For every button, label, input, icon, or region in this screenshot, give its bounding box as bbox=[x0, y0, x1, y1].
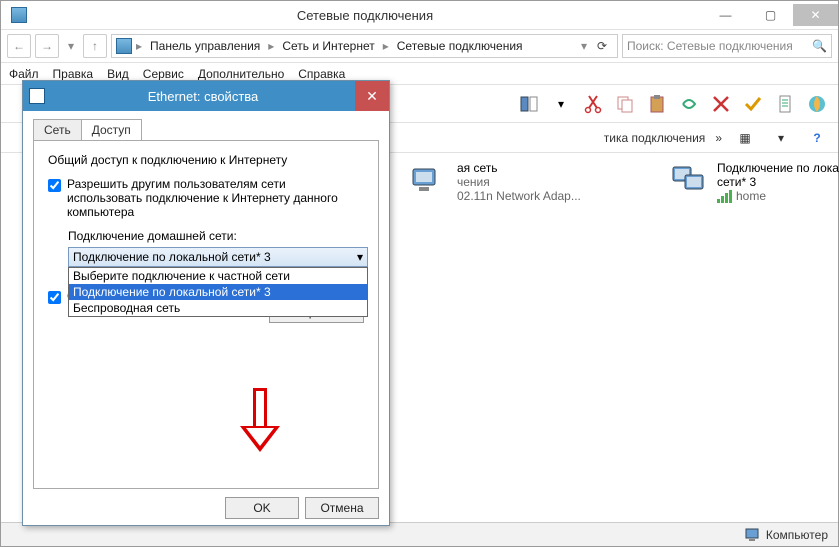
conn-name: ая сеть bbox=[457, 161, 581, 175]
menu-view[interactable]: Вид bbox=[107, 67, 129, 81]
refresh-button[interactable]: ⟳ bbox=[591, 39, 613, 53]
bc-item[interactable]: Сетевые подключения bbox=[393, 39, 527, 53]
diagnose-link[interactable]: тика подключения bbox=[604, 131, 706, 145]
command-more[interactable]: » bbox=[715, 131, 722, 145]
group-label: Общий доступ к подключению к Интернету bbox=[48, 153, 364, 167]
copy-icon[interactable] bbox=[612, 91, 638, 117]
menu-advanced[interactable]: Дополнительно bbox=[198, 67, 284, 81]
search-input[interactable]: Поиск: Сетевые подключения 🔍 bbox=[622, 34, 832, 58]
menu-tools[interactable]: Сервис bbox=[143, 67, 184, 81]
ok-button[interactable]: OK bbox=[225, 497, 299, 519]
combo-option[interactable]: Выберите подключение к частной сети bbox=[69, 268, 367, 284]
allow-control-checkbox[interactable] bbox=[48, 291, 61, 304]
connections-list: ая сеть чения 02.11n Network Adap... Под… bbox=[401, 153, 839, 522]
chevron-down-icon: ▾ bbox=[357, 250, 363, 264]
conn-status: home bbox=[717, 189, 839, 203]
bc-dropdown-icon[interactable]: ▾ bbox=[579, 39, 589, 53]
lan-adapter-icon bbox=[671, 161, 709, 197]
bc-sep: ▸ bbox=[134, 39, 144, 53]
connection-item[interactable]: ая сеть чения 02.11n Network Adap... bbox=[411, 161, 641, 203]
breadcrumb[interactable]: ▸ Панель управления ▸ Сеть и Интернет ▸ … bbox=[111, 34, 618, 58]
check-icon[interactable] bbox=[740, 91, 766, 117]
conn-name: Подключение по локальной сети* 3 bbox=[717, 161, 839, 189]
help-icon[interactable]: ? bbox=[804, 125, 830, 151]
bc-sep: ▸ bbox=[266, 39, 276, 53]
dialog-icon bbox=[29, 88, 45, 104]
dialog-title: Ethernet: свойства bbox=[51, 89, 355, 104]
tab-page-sharing: Общий доступ к подключению к Интернету Р… bbox=[33, 140, 379, 489]
close-button[interactable]: ✕ bbox=[793, 4, 838, 26]
navigation-bar: ← → ▾ ↑ ▸ Панель управления ▸ Сеть и Инт… bbox=[1, 29, 838, 63]
connection-text: Подключение по локальной сети* 3 home bbox=[717, 161, 839, 203]
status-text: Компьютер bbox=[766, 528, 828, 542]
dialog-buttons: OK Отмена bbox=[33, 489, 379, 519]
window-icon bbox=[11, 7, 27, 23]
tab-sharing[interactable]: Доступ bbox=[81, 119, 142, 141]
combo-dropdown: Выберите подключение к частной сети Подк… bbox=[68, 267, 368, 317]
home-network-combo[interactable]: Подключение по локальной сети* 3 ▾ Выбер… bbox=[68, 247, 368, 267]
undo-icon[interactable] bbox=[676, 91, 702, 117]
dialog-title-bar[interactable]: Ethernet: свойства ✕ bbox=[23, 81, 389, 111]
location-icon bbox=[116, 38, 132, 54]
cut-icon[interactable] bbox=[580, 91, 606, 117]
home-network-label: Подключение домашней сети: bbox=[68, 229, 364, 243]
search-icon: 🔍 bbox=[812, 39, 827, 53]
properties-dialog: Ethernet: свойства ✕ Сеть Доступ Общий д… bbox=[22, 80, 390, 526]
combo-option[interactable]: Беспроводная сеть bbox=[69, 300, 367, 316]
dialog-body: Сеть Доступ Общий доступ к подключению к… bbox=[23, 111, 389, 525]
allow-sharing-checkbox[interactable] bbox=[48, 179, 61, 192]
menu-edit[interactable]: Правка bbox=[53, 67, 94, 81]
signal-icon bbox=[717, 189, 732, 203]
title-bar: Сетевые подключения — ▢ ✕ bbox=[1, 1, 838, 29]
organize-icon[interactable] bbox=[516, 91, 542, 117]
maximize-button[interactable]: ▢ bbox=[748, 4, 793, 26]
bc-item[interactable]: Сеть и Интернет bbox=[278, 39, 378, 53]
menu-help[interactable]: Справка bbox=[298, 67, 345, 81]
tab-network[interactable]: Сеть bbox=[33, 119, 82, 141]
menu-file[interactable]: Файл bbox=[9, 67, 39, 81]
combo-value: Подключение по локальной сети* 3 bbox=[73, 250, 271, 264]
conn-device: 02.11n Network Adap... bbox=[457, 189, 581, 203]
search-placeholder: Поиск: Сетевые подключения bbox=[627, 39, 793, 53]
shell-icon[interactable] bbox=[804, 91, 830, 117]
redo-icon[interactable] bbox=[708, 91, 734, 117]
window-controls: — ▢ ✕ bbox=[703, 4, 838, 26]
history-dropdown[interactable]: ▾ bbox=[63, 34, 79, 58]
paste-icon[interactable] bbox=[644, 91, 670, 117]
connection-item[interactable]: Подключение по локальной сети* 3 home bbox=[671, 161, 839, 203]
conn-status: чения bbox=[457, 175, 581, 189]
allow-sharing-checkbox-row[interactable]: Разрешить другим пользователям сети испо… bbox=[48, 177, 364, 219]
bc-sep: ▸ bbox=[381, 39, 391, 53]
window-title: Сетевые подключения bbox=[27, 8, 703, 23]
tab-strip: Сеть Доступ bbox=[33, 119, 379, 141]
dialog-close-button[interactable]: ✕ bbox=[355, 81, 389, 111]
forward-button[interactable]: → bbox=[35, 34, 59, 58]
cancel-button[interactable]: Отмена bbox=[305, 497, 379, 519]
up-button[interactable]: ↑ bbox=[83, 34, 107, 58]
connection-text: ая сеть чения 02.11n Network Adap... bbox=[457, 161, 581, 203]
properties-icon[interactable] bbox=[772, 91, 798, 117]
back-button[interactable]: ← bbox=[7, 34, 31, 58]
wifi-adapter-icon bbox=[411, 161, 449, 197]
view-dropdown-icon[interactable]: ▾ bbox=[768, 125, 794, 151]
combo-display[interactable]: Подключение по локальной сети* 3 ▾ bbox=[68, 247, 368, 267]
view-small-icon[interactable]: ▦ bbox=[732, 125, 758, 151]
allow-sharing-label: Разрешить другим пользователям сети испо… bbox=[67, 177, 364, 219]
view-icon[interactable]: ▾ bbox=[548, 91, 574, 117]
combo-option-selected[interactable]: Подключение по локальной сети* 3 bbox=[69, 284, 367, 300]
computer-icon bbox=[744, 527, 760, 543]
annotation-arrow bbox=[240, 388, 280, 458]
bc-item[interactable]: Панель управления bbox=[146, 39, 264, 53]
minimize-button[interactable]: — bbox=[703, 4, 748, 26]
